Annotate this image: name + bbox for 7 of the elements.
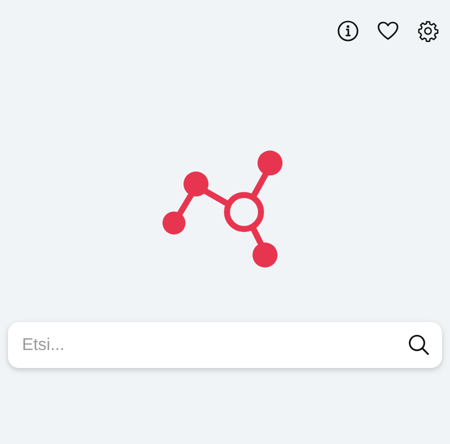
info-icon[interactable] — [337, 20, 359, 42]
settings-icon[interactable] — [417, 20, 439, 42]
logo-icon — [160, 148, 284, 269]
search-input[interactable]: Etsi... — [22, 335, 408, 355]
search-icon[interactable] — [408, 334, 430, 356]
search-field[interactable]: Etsi... — [8, 322, 442, 368]
heart-icon[interactable] — [377, 20, 399, 42]
